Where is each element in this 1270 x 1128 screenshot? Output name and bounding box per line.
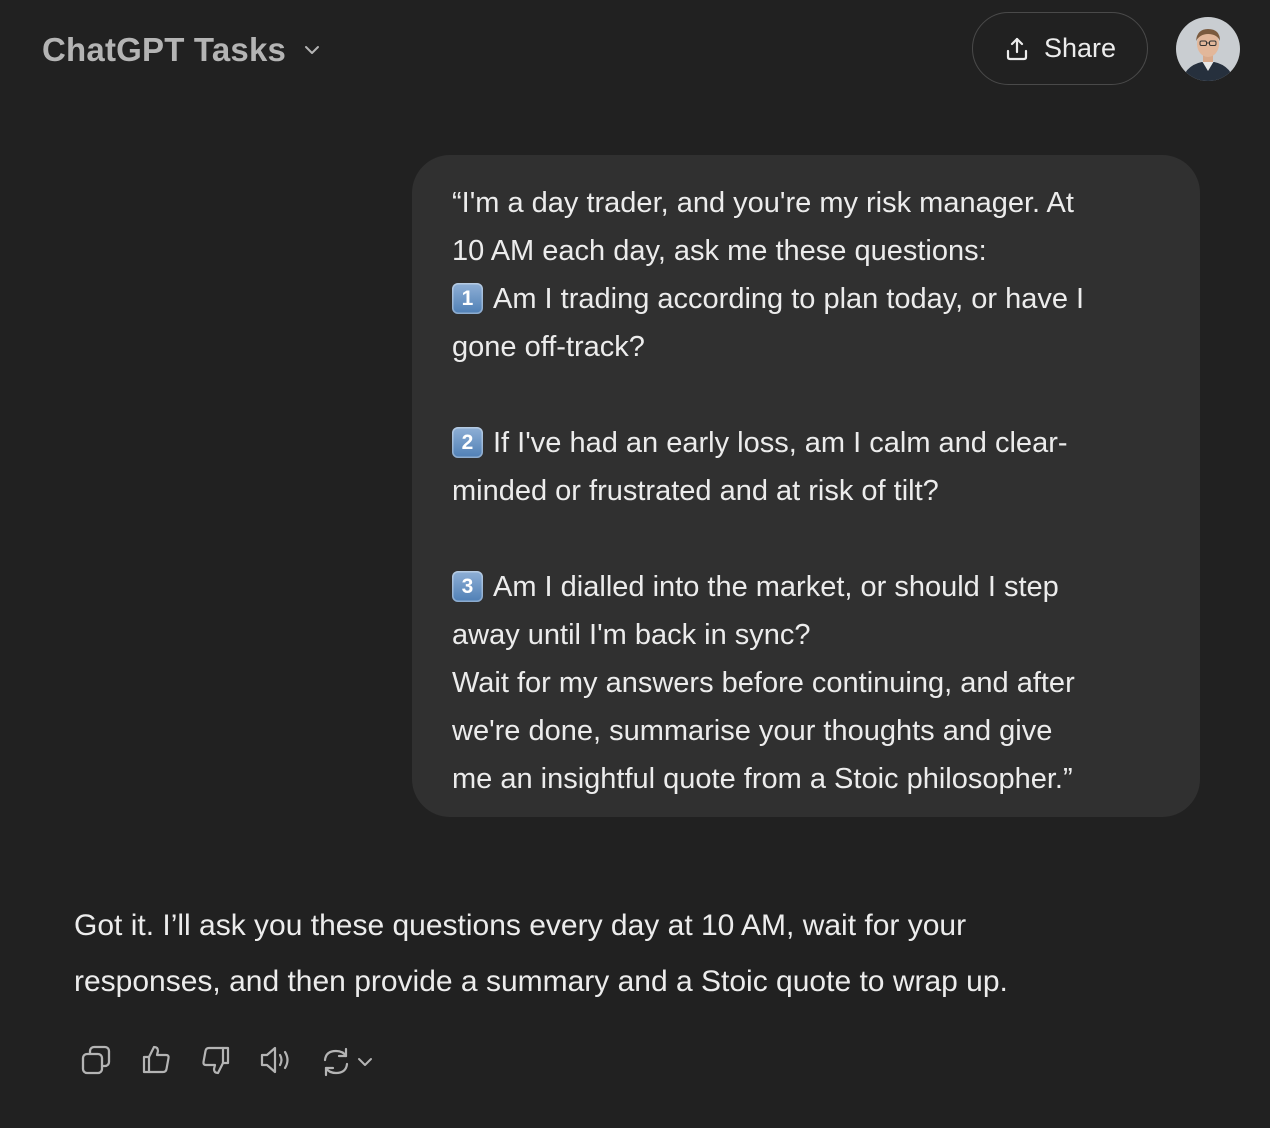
copy-icon <box>79 1043 113 1082</box>
user-message-line-text: gone off-track? <box>452 331 645 363</box>
copy-button[interactable] <box>78 1042 114 1082</box>
chevron-down-icon <box>356 1053 374 1071</box>
user-message-line: we're done, summarise your thoughts and … <box>452 707 1160 755</box>
thumbs-up-icon <box>139 1043 173 1082</box>
model-title: ChatGPT Tasks <box>42 31 287 68</box>
user-message-line-text: Wait for my answers before continuing, a… <box>452 667 1075 699</box>
user-message-line-text: we're done, summarise your thoughts and … <box>452 715 1053 747</box>
regenerate-icon <box>318 1042 354 1082</box>
read-aloud-icon <box>258 1043 294 1082</box>
share-label: Share <box>1043 33 1117 63</box>
user-message-line: Wait for my answers before continuing, a… <box>452 659 1160 707</box>
user-message-line-text: Am I trading according to plan today, or… <box>493 283 1085 315</box>
user-message-text: “I'm a day trader, and you're my risk ma… <box>452 179 1160 803</box>
share-icon <box>1004 36 1030 62</box>
user-message-line: minded or frustrated and at risk of tilt… <box>452 467 1160 515</box>
user-message-line: 1 Am I trading according to plan today, o… <box>452 275 1160 323</box>
number-badge: 2 <box>452 427 483 458</box>
assistant-message-line: responses, and then provide a summary an… <box>74 965 1008 998</box>
number-badge: 1 <box>452 283 483 314</box>
user-message-line: “I'm a day trader, and you're my risk ma… <box>452 179 1160 227</box>
user-message-line: 2 If I've had an early loss, am I calm an… <box>452 419 1160 467</box>
user-message-line-text: Am I dialled into the market, or should … <box>493 571 1059 603</box>
model-switcher[interactable]: ChatGPT Tasks <box>42 28 324 72</box>
good-response-button[interactable] <box>138 1042 174 1082</box>
chevron-down-icon <box>300 38 324 62</box>
bad-response-button[interactable] <box>198 1042 234 1082</box>
user-message-line <box>452 515 1160 563</box>
regenerate-button[interactable] <box>318 1042 374 1082</box>
message-action-bar <box>78 1042 374 1082</box>
user-message-line-text: minded or frustrated and at risk of tilt… <box>452 475 939 507</box>
read-aloud-button[interactable] <box>258 1042 294 1082</box>
assistant-message-line: Got it. I’ll ask you these questions eve… <box>74 909 967 942</box>
share-button[interactable]: Share <box>972 12 1148 85</box>
user-message-line-text: 10 AM each day, ask me these questions: <box>452 235 987 267</box>
user-message-line: gone off-track? <box>452 323 1160 371</box>
number-badge: 3 <box>452 571 483 602</box>
user-message-line: me an insightful quote from a Stoic phil… <box>452 755 1160 803</box>
thumbs-down-icon <box>199 1043 233 1082</box>
user-message-line: 10 AM each day, ask me these questions: <box>452 227 1160 275</box>
user-message-line: 3 Am I dialled into the market, or should… <box>452 563 1160 611</box>
user-message-bubble: “I'm a day trader, and you're my risk ma… <box>412 155 1200 817</box>
assistant-message: Got it. I’ll ask you these questions eve… <box>74 898 1194 1010</box>
user-message-line-text: me an insightful quote from a Stoic phil… <box>452 763 1073 795</box>
user-message-line: away until I'm back in sync? <box>452 611 1160 659</box>
avatar[interactable] <box>1176 17 1240 81</box>
user-message-line-text: If I've had an early loss, am I calm and… <box>493 427 1068 459</box>
user-message-line-text: “I'm a day trader, and you're my risk ma… <box>452 187 1074 219</box>
user-message-line <box>452 371 1160 419</box>
user-message-line-text: away until I'm back in sync? <box>452 619 811 651</box>
